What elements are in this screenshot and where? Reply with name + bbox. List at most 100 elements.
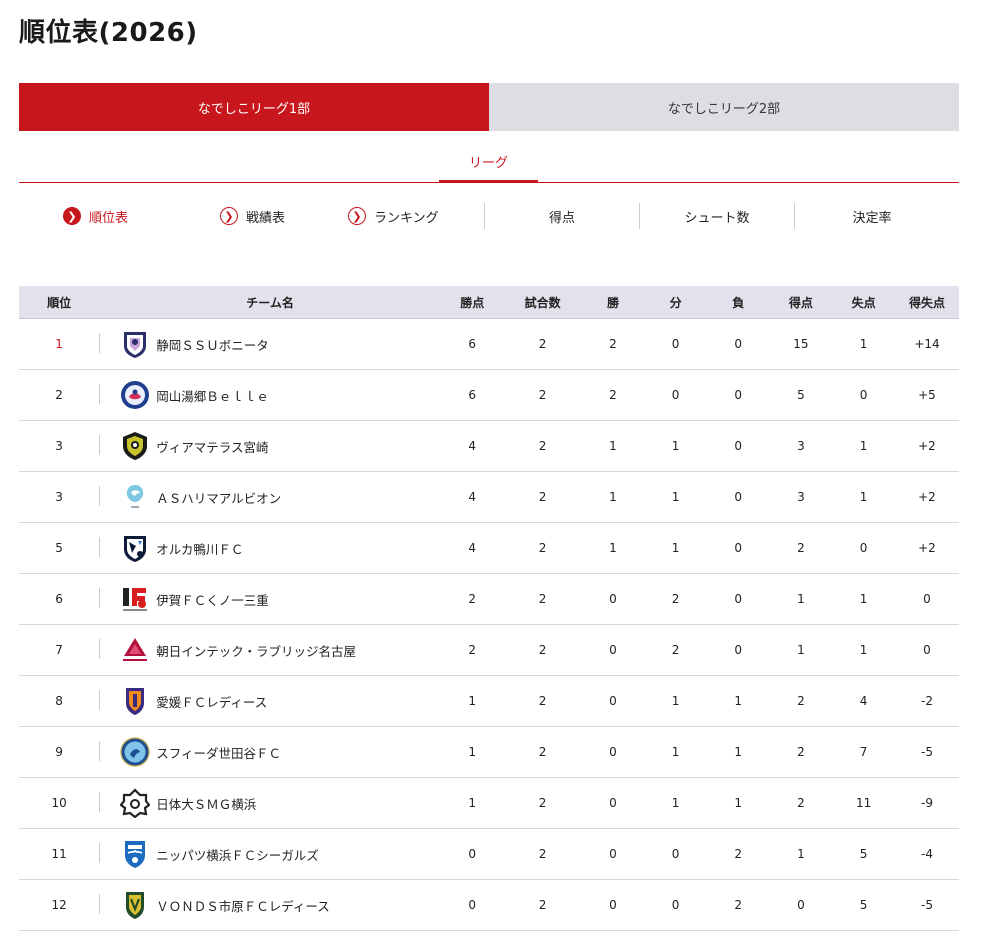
played-cell: 2 [503,522,582,574]
losses-cell: 2 [706,879,770,931]
stat-shots-link[interactable]: シュート数 [639,203,794,229]
rank-cell: 1 [19,318,100,370]
goals-for-cell: 3 [769,420,833,472]
divider [99,384,101,404]
goals-for-cell: 1 [769,828,833,880]
albion-emblem-icon [120,482,150,512]
draws-cell: 0 [644,369,707,421]
goals-for-cell: 2 [769,675,833,727]
rank-cell: 8 [19,675,100,727]
table-row: 5 オルカ鴨川ＦＣ 4 2 1 1 0 2 0 +2 [19,522,959,574]
team-name-link[interactable]: ＡＳハリマアルビオン [156,488,281,507]
losses-cell: 0 [706,471,770,523]
goals-for-cell: 3 [769,471,833,523]
team-name-link[interactable]: 岡山湯郷Ｂｅｌｌｅ [156,386,269,405]
orca-emblem-icon [120,533,150,563]
rank-cell: 11 [19,828,100,880]
stat-goals-link[interactable]: 得点 [484,203,639,229]
goal-diff-cell: -9 [894,777,959,829]
team-name-link[interactable]: 日体大ＳＭＧ横浜 [156,794,256,813]
belle-emblem-icon [120,380,150,410]
goals-for-cell: 2 [769,777,833,829]
goals-against-cell: 0 [832,369,895,421]
table-row: 1 静岡ＳＳＵボニータ 6 2 2 0 0 15 1 +14 [19,318,959,370]
goal-diff-cell: +14 [894,318,959,370]
team-name-link[interactable]: 朝日インテック・ラブリッジ名古屋 [156,641,356,660]
goal-diff-cell: +2 [894,420,959,472]
points-cell: 1 [440,726,504,778]
tab-league-2[interactable]: なでしこリーグ2部 [489,83,959,131]
divider [99,792,101,812]
points-cell: 4 [440,471,504,523]
wins-cell: 0 [581,675,645,727]
goals-for-cell: 2 [769,726,833,778]
view-ranking-label: ランキング [374,210,439,226]
rank-cell: 6 [19,573,100,625]
losses-cell: 2 [706,828,770,880]
table-row: 12 ＶＯＮＤＳ市原ＦＣレディース 0 2 0 0 2 0 5 -5 [19,879,959,931]
draws-cell: 0 [644,828,707,880]
losses-cell: 0 [706,318,770,370]
team-cell: 日体大ＳＭＧ横浜 [99,777,441,829]
stat-conversion-link[interactable]: 決定率 [794,203,949,229]
table-row: 6 伊賀ＦＣくノ一三重 2 2 0 2 0 1 1 0 [19,573,959,625]
rank-cell: 3 [19,420,100,472]
played-cell: 2 [503,879,582,931]
losses-cell: 0 [706,369,770,421]
goals-against-cell: 7 [832,726,895,778]
goals-against-cell: 11 [832,777,895,829]
col-rank: 順位 [19,286,100,319]
team-name-link[interactable]: スフィーダ世田谷ＦＣ [156,743,281,762]
divider [99,435,101,455]
table-row: 8 愛媛ＦＣレディース 1 2 0 1 1 2 4 -2 [19,675,959,727]
rank-cell: 10 [19,777,100,829]
team-name-link[interactable]: ＶＯＮＤＳ市原ＦＣレディース [156,896,330,915]
team-cell: オルカ鴨川ＦＣ [99,522,441,574]
losses-cell: 0 [706,624,770,676]
team-cell: 静岡ＳＳＵボニータ [99,318,441,370]
col-goals-against: 失点 [832,286,895,319]
points-cell: 6 [440,318,504,370]
played-cell: 2 [503,318,582,370]
goal-diff-cell: 0 [894,573,959,625]
goals-against-cell: 1 [832,573,895,625]
points-cell: 2 [440,624,504,676]
table-row: 2 岡山湯郷Ｂｅｌｌｅ 6 2 2 0 0 5 0 +5 [19,369,959,421]
divider [99,894,101,914]
draws-cell: 1 [644,420,707,472]
goals-against-cell: 5 [832,828,895,880]
played-cell: 2 [503,573,582,625]
table-row: 3 ＡＳハリマアルビオン 4 2 1 1 0 3 1 +2 [19,471,959,523]
wins-cell: 0 [581,879,645,931]
wins-cell: 0 [581,726,645,778]
view-results-link[interactable]: ❯ 戦績表 [220,200,285,232]
draws-cell: 0 [644,879,707,931]
goals-against-cell: 1 [832,471,895,523]
team-name-link[interactable]: 静岡ＳＳＵボニータ [156,335,269,354]
goal-diff-cell: -2 [894,675,959,727]
tab-league-1[interactable]: なでしこリーグ1部 [19,83,489,131]
goals-against-cell: 1 [832,318,895,370]
divider [99,537,101,557]
col-losses: 負 [706,286,770,319]
draws-cell: 1 [644,675,707,727]
draws-cell: 1 [644,726,707,778]
rank-cell: 9 [19,726,100,778]
view-standings-link[interactable]: ❯ 順位表 [63,200,128,232]
tab-league[interactable]: リーグ [439,150,538,183]
goals-against-cell: 1 [832,420,895,472]
view-ranking-link[interactable]: ❯ ランキング [348,200,439,232]
team-name-link[interactable]: ニッパツ横浜ＦＣシーガルズ [156,845,319,864]
wins-cell: 0 [581,624,645,676]
team-cell: 愛媛ＦＣレディース [99,675,441,727]
team-name-link[interactable]: ヴィアマテラス宮崎 [156,437,268,456]
vonds-emblem-icon [120,890,150,920]
chevron-right-icon: ❯ [348,207,366,225]
col-wins: 勝 [581,286,645,319]
team-name-link[interactable]: オルカ鴨川ＦＣ [156,539,243,558]
team-name-link[interactable]: 愛媛ＦＣレディース [156,692,267,711]
goal-diff-cell: +2 [894,522,959,574]
goal-diff-cell: +2 [894,471,959,523]
team-name-link[interactable]: 伊賀ＦＣくノ一三重 [156,590,269,609]
goals-for-cell: 5 [769,369,833,421]
